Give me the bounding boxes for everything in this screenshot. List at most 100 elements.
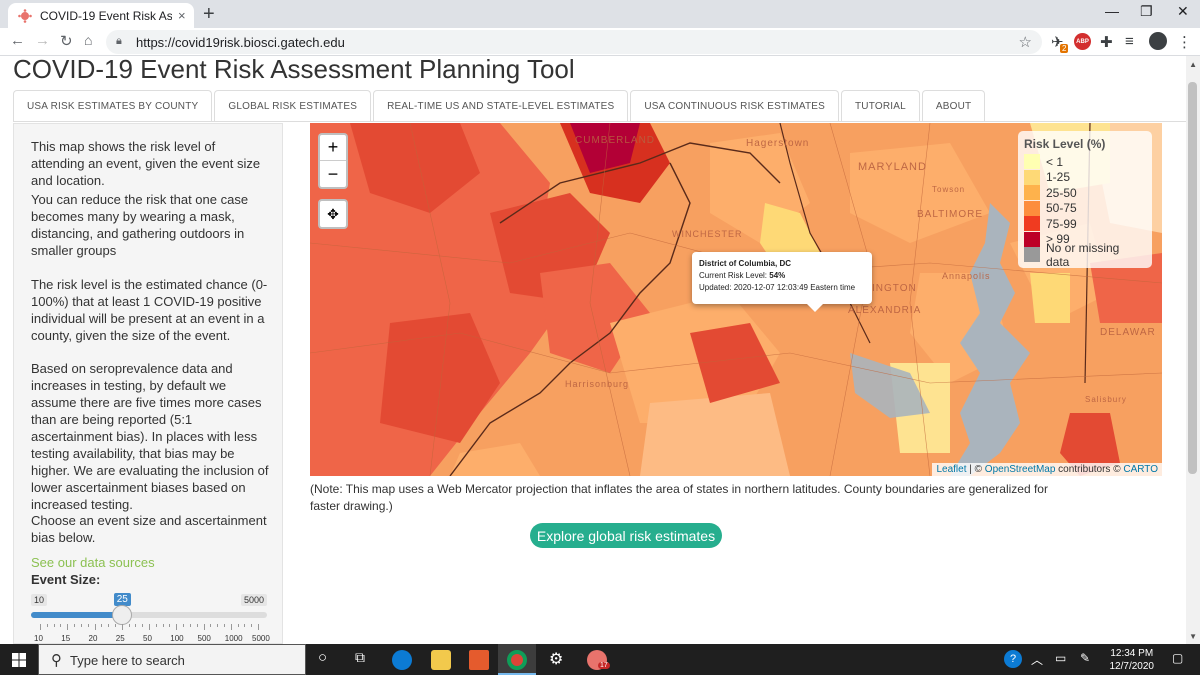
chrome-icon[interactable] (507, 650, 527, 670)
tab-continuous[interactable]: USA CONTINUOUS RISK ESTIMATES (630, 90, 839, 122)
slider-minor-tick (46, 624, 48, 627)
slider-tick-label: 5000 (252, 634, 270, 643)
slider-tick (67, 624, 69, 630)
label-annapolis: Annapolis (942, 271, 991, 281)
file-explorer-icon[interactable] (431, 650, 451, 670)
legend-label: 25-50 (1046, 185, 1077, 200)
slider-minor-tick (169, 624, 171, 627)
slider-tick (203, 624, 205, 630)
pen-icon[interactable]: ✎ (1080, 651, 1090, 665)
label-salisbury: Salisbury (1085, 395, 1127, 404)
tab-close-icon[interactable]: × (178, 8, 186, 23)
home-icon[interactable]: ⌂ (84, 32, 92, 48)
scroll-up-icon[interactable]: ▲ (1189, 60, 1197, 69)
address-bar[interactable]: 🔒︎ https://covid19risk.biosci.gatech.edu… (106, 30, 1042, 54)
popup-risk-label: Current Risk Level: (699, 271, 770, 280)
zoom-out-button[interactable]: − (320, 161, 346, 187)
slider-minor-tick (183, 624, 185, 627)
cortana-icon[interactable]: ○ (318, 649, 327, 666)
ascertainment-text: Based on seroprevalence data and increas… (31, 361, 269, 512)
legend-swatch (1024, 247, 1040, 263)
slider-minor-tick (114, 624, 116, 627)
more-menu-icon[interactable]: ⋮ (1177, 33, 1192, 51)
tab-about[interactable]: ABOUT (921, 90, 986, 122)
slider-tick (230, 624, 232, 630)
tab-tutorial[interactable]: TUTORIAL (841, 90, 920, 122)
label-cumberland: CUMBERLAND (575, 135, 656, 146)
reload-icon[interactable]: ↻ (60, 32, 73, 50)
slider-track[interactable] (31, 612, 267, 618)
notification-icon[interactable]: ▢ (1172, 651, 1183, 665)
data-sources-link[interactable]: See our data sources (31, 555, 155, 570)
legend-swatch (1024, 231, 1040, 247)
slider-tick (121, 624, 123, 630)
osm-link[interactable]: OpenStreetMap (985, 464, 1056, 475)
popup-county: District of Columbia, DC (699, 259, 792, 268)
risk-legend: Risk Level (%) < 1 1-25 25-50 50-75 75-99 > 9… (1018, 131, 1152, 269)
windows-start-icon[interactable] (12, 653, 26, 667)
slider-tick (176, 624, 178, 630)
new-tab-button[interactable]: + (203, 3, 215, 26)
matlab-icon[interactable] (469, 650, 489, 670)
slider-tick-label: 25 (115, 634, 125, 643)
legend-item: 25-50 (1024, 185, 1146, 201)
attrib-contrib: contributors © (1055, 464, 1124, 475)
profile-avatar-icon[interactable] (1149, 32, 1167, 50)
browser-tab[interactable]: COVID-19 Event Risk Assessment × (8, 3, 194, 28)
legend-title: Risk Level (%) (1024, 137, 1106, 151)
chevron-up-icon[interactable]: ︿ (1031, 651, 1043, 668)
popup-risk-value: 54% (769, 271, 786, 280)
help-icon[interactable]: ? (1004, 650, 1022, 668)
minimize-icon[interactable]: — (1105, 3, 1119, 19)
slider-handle[interactable] (111, 605, 132, 625)
event-size-slider[interactable]: 10 5000 25 10 15 20 25 50 100 500 1000 5000 (31, 593, 270, 643)
taskbar-search[interactable]: ⚲ Type here to search (38, 644, 306, 675)
slider-tick-label: 100 (170, 634, 184, 643)
leaflet-link[interactable]: Leaflet (936, 464, 966, 475)
explore-global-button[interactable]: Explore global risk estimates (530, 523, 722, 548)
slider-tick-label: 20 (88, 634, 98, 643)
forward-icon[interactable]: → (35, 32, 50, 49)
label-delaware: DELAWAR (1100, 327, 1156, 338)
carto-link[interactable]: CARTO (1123, 464, 1158, 475)
adblock-icon[interactable]: ABP (1074, 33, 1091, 50)
battery-icon[interactable]: ▭ (1055, 651, 1066, 665)
taskbar-time: 12:34 PM (1110, 648, 1154, 659)
scroll-down-icon[interactable]: ▼ (1189, 632, 1197, 641)
legend-item: 50-75 (1024, 200, 1146, 217)
legend-item: 1-25 (1024, 169, 1146, 186)
slider-min-label: 10 (31, 594, 48, 606)
slider-tick (258, 624, 259, 630)
slider-minor-tick (60, 624, 62, 627)
label-alexandria: ALEXANDRIA (848, 305, 922, 316)
zoom-controls: + − (318, 133, 348, 189)
puzzle-icon[interactable]: ✚ (1100, 33, 1113, 51)
page-tabs: USA RISK ESTIMATES BY COUNTY GLOBAL RISK… (13, 90, 987, 122)
slider-tick-label: 15 (61, 634, 71, 643)
browser-tabstrip: COVID-19 Event Risk Assessment × + — ❐ ✕ (0, 0, 1200, 28)
tabs-divider (13, 121, 1186, 122)
tab-realtime[interactable]: REAL-TIME US AND STATE-LEVEL ESTIMATES (373, 90, 629, 122)
bookmark-star-icon[interactable]: ☆ (1019, 33, 1032, 51)
legend-swatch (1024, 216, 1040, 232)
legend-label: No or missing data (1046, 240, 1120, 269)
window-close-icon[interactable]: ✕ (1177, 3, 1189, 20)
task-view-icon[interactable]: ⧉ (355, 649, 365, 666)
back-icon[interactable]: ← (10, 32, 25, 49)
edge-icon[interactable] (392, 650, 412, 670)
maximize-icon[interactable]: ❐ (1140, 3, 1153, 20)
risk-map[interactable]: CUMBERLAND Hagerstown MARYLAND Towson BA… (310, 123, 1162, 476)
taskbar-clock[interactable]: 12:34 PM 12/7/2020 (1110, 647, 1155, 673)
settings-gear-icon[interactable]: ⚙ (549, 649, 563, 669)
tab-global[interactable]: GLOBAL RISK ESTIMATES (214, 90, 372, 122)
zoom-in-button[interactable]: + (320, 135, 346, 161)
slider-tick-label: 10 (34, 634, 43, 643)
taskbar-search-placeholder: Type here to search (70, 653, 185, 668)
legend-label: 1-25 (1046, 170, 1071, 185)
crosshair-icon[interactable]: ✥ (320, 201, 346, 227)
tab-usa-county[interactable]: USA RISK ESTIMATES BY COUNTY (13, 90, 213, 122)
slider-tick-label: 500 (197, 634, 211, 643)
slider-tick-label: 50 (143, 634, 152, 643)
scroll-thumb[interactable] (1188, 82, 1197, 474)
reading-list-icon[interactable]: ≡ (1125, 33, 1134, 50)
